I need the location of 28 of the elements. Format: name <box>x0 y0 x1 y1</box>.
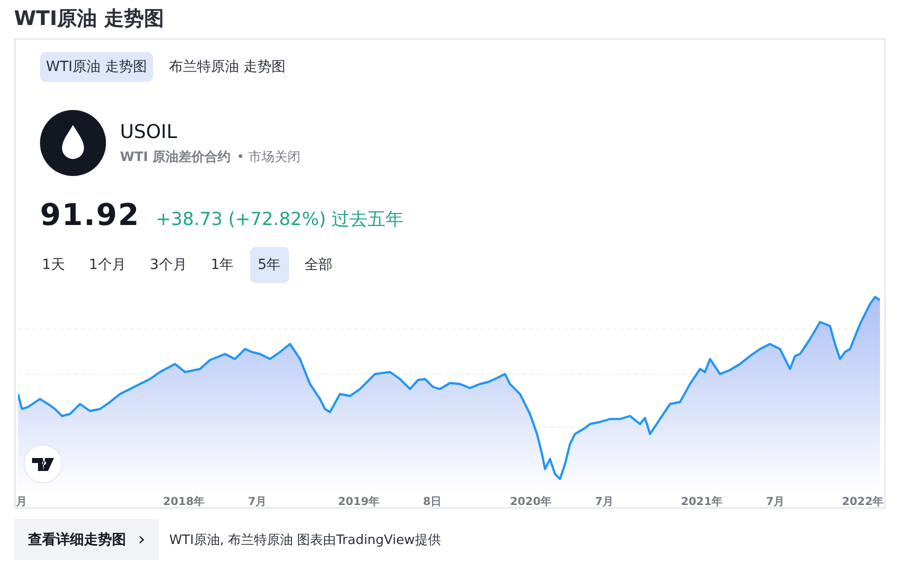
range-button[interactable]: 全部 <box>296 247 341 283</box>
axis-label: 7月 <box>766 494 785 509</box>
range-button[interactable]: 3个月 <box>142 247 195 283</box>
range-button[interactable]: 1年 <box>202 247 242 283</box>
ticker: USOIL <box>120 120 178 144</box>
tab[interactable]: 布兰特原油 走势图 <box>162 52 292 82</box>
axis-label: 7月 <box>595 494 614 509</box>
credit-text: WTI原油, 布兰特原油 图表由TradingView提供 <box>169 532 441 548</box>
axis-label: 2022年 <box>842 494 884 509</box>
axis-label: 2021年 <box>681 494 723 509</box>
details-button[interactable]: 查看详细走势图 › <box>14 519 160 560</box>
axis-label: 2018年 <box>163 494 205 509</box>
tab[interactable]: WTI原油 走势图 <box>40 52 153 82</box>
range-button[interactable]: 1天 <box>34 247 73 283</box>
oil-drop-logo-icon <box>40 110 106 176</box>
axis-label: 8日 <box>423 494 442 509</box>
symbol-description: WTI 原油差价合约 <box>120 149 231 166</box>
price-change: +38.73 (+72.82%) 过去五年 <box>156 208 404 231</box>
range-button[interactable]: 1个月 <box>80 247 134 283</box>
page-title: WTI原油 走势图 <box>14 5 166 32</box>
market-status: • 市场关闭 <box>236 149 300 166</box>
axis-label: 2020年 <box>510 494 552 509</box>
range-button[interactable]: 5年 <box>250 247 289 283</box>
price: 91.92 <box>40 198 140 233</box>
tradingview-logo-icon <box>24 444 62 484</box>
axis-label: 7月 <box>248 494 267 509</box>
axis-label: 月 <box>16 494 27 509</box>
axis-label: 2019年 <box>338 494 380 509</box>
